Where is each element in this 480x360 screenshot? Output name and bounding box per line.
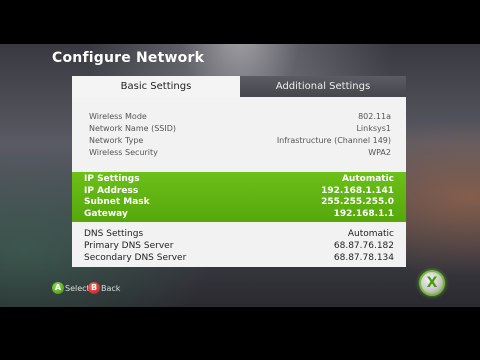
row-value: WPA2 bbox=[368, 148, 391, 157]
row-label: Secondary DNS Server bbox=[84, 253, 187, 263]
b-button-icon: B bbox=[88, 282, 100, 294]
row-label: Network Type bbox=[89, 136, 144, 145]
row-label: IP Address bbox=[84, 185, 139, 196]
xbox-logo-glyph: X bbox=[426, 275, 438, 291]
subnet-mask-row: Subnet Mask 255.255.255.0 bbox=[84, 197, 394, 209]
row-label: Gateway bbox=[84, 208, 128, 219]
row-label: Subnet Mask bbox=[84, 197, 150, 207]
row-label: IP Settings bbox=[84, 174, 140, 184]
tab-additional-settings[interactable]: Additional Settings bbox=[240, 76, 406, 97]
row-label: Primary DNS Server bbox=[84, 241, 174, 251]
primary-dns-row: Primary DNS Server 68.87.76.182 bbox=[84, 240, 394, 252]
row-value: 192.168.1.141 bbox=[321, 185, 394, 196]
row-label: Wireless Mode bbox=[89, 112, 147, 121]
ip-settings-selected[interactable]: IP Settings Automatic IP Address 192.168… bbox=[72, 172, 406, 222]
gateway-row: Gateway 192.168.1.1 bbox=[84, 209, 394, 221]
settings-tabs: Basic Settings Additional Settings bbox=[72, 76, 406, 97]
network-type-row: Network Type Infrastructure (Channel 149… bbox=[89, 135, 391, 147]
letterbox-top bbox=[0, 0, 480, 44]
wireless-security-row: Wireless Security WPA2 bbox=[89, 147, 391, 159]
row-value: Automatic bbox=[347, 229, 394, 239]
ip-settings-row: IP Settings Automatic bbox=[84, 174, 394, 186]
secondary-dns-row: Secondary DNS Server 68.87.78.134 bbox=[84, 252, 394, 264]
row-label: DNS Settings bbox=[84, 229, 144, 239]
network-name-row: Network Name (SSID) Linksys1 bbox=[89, 123, 391, 135]
row-label: Wireless Security bbox=[89, 148, 158, 157]
row-value: Automatic bbox=[341, 174, 394, 184]
settings-panel: Wireless Mode 802.11a Network Name (SSID… bbox=[72, 97, 406, 267]
row-label: Network Name (SSID) bbox=[89, 124, 177, 133]
row-value: Linksys1 bbox=[356, 124, 391, 133]
row-value: 255.255.255.0 bbox=[321, 197, 394, 207]
letterbox-bottom bbox=[0, 307, 480, 360]
ip-address-row: IP Address 192.168.1.141 bbox=[84, 186, 394, 198]
dns-settings[interactable]: DNS Settings Automatic Primary DNS Serve… bbox=[84, 228, 394, 264]
row-value: Infrastructure (Channel 149) bbox=[276, 136, 391, 145]
row-value: 68.87.76.182 bbox=[333, 241, 394, 251]
wireless-mode-row: Wireless Mode 802.11a bbox=[89, 111, 391, 123]
select-hint[interactable]: Select bbox=[65, 282, 90, 295]
a-button-icon: A bbox=[52, 282, 64, 294]
row-value: 192.168.1.1 bbox=[333, 208, 394, 219]
back-hint[interactable]: Back bbox=[101, 282, 120, 295]
row-value: 802.11a bbox=[358, 112, 391, 121]
page-title: Configure Network bbox=[52, 50, 205, 66]
dns-settings-row: DNS Settings Automatic bbox=[84, 228, 394, 240]
xbox-guide-icon[interactable]: X bbox=[419, 270, 445, 296]
wireless-info: Wireless Mode 802.11a Network Name (SSID… bbox=[89, 111, 391, 159]
row-value: 68.87.78.134 bbox=[333, 253, 394, 263]
tab-basic-settings[interactable]: Basic Settings bbox=[72, 76, 240, 97]
